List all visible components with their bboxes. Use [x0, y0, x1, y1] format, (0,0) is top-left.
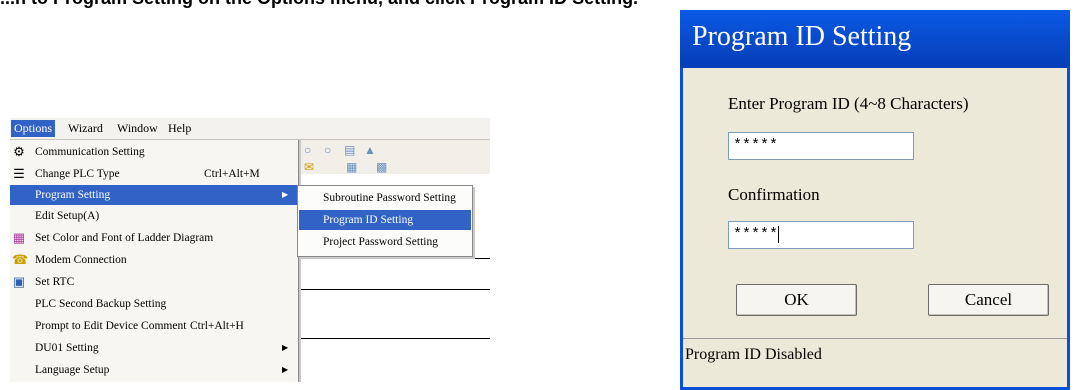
menu-item-label: PLC Second Backup Setting	[35, 298, 167, 310]
instruction-caption: ...n to Program Setting on the Options m…	[0, 0, 638, 9]
menu-item-label: Set Color and Font of Ladder Diagram	[35, 232, 214, 244]
menu-item-label: Change PLC Type	[35, 168, 120, 180]
menu-options[interactable]: Options	[11, 120, 56, 137]
menu-item-change-plc-type[interactable]: ☰ Change PLC Type Ctrl+Alt+M	[10, 164, 298, 184]
menu-item-label: Modem Connection	[35, 254, 127, 266]
menu-item-modem-connection[interactable]: ☎ Modem Connection	[10, 250, 298, 270]
submenu-item-label: Program ID Setting	[323, 214, 414, 226]
toolbar-fragment: ○ ○ ▤ ▲ ✉ ▦ ▩	[296, 140, 490, 174]
menu-help[interactable]: Help	[165, 120, 194, 137]
confirmation-label: Confirmation	[728, 185, 820, 204]
communication-icon: ⚙	[13, 144, 25, 159]
submenu-item-project-password[interactable]: Project Password Setting	[299, 232, 471, 252]
ladder-line	[296, 289, 490, 290]
menu-item-edit-setup[interactable]: Edit Setup(A)	[10, 206, 298, 226]
text-caret	[778, 225, 780, 243]
cancel-button[interactable]: Cancel	[928, 284, 1049, 316]
menu-item-label: Language Setup	[35, 364, 110, 376]
menu-item-label: Edit Setup(A)	[35, 210, 100, 222]
menu-wizard[interactable]: Wizard	[65, 120, 106, 137]
submenu-arrow-icon: ▶	[282, 365, 289, 374]
ok-button[interactable]: OK	[736, 284, 857, 316]
zoom-icon[interactable]: ○	[304, 143, 311, 158]
plc-type-icon: ☰	[13, 166, 25, 181]
program-id-input[interactable]: *****	[728, 132, 914, 160]
menu-item-label: Set RTC	[35, 276, 75, 288]
mail-icon[interactable]: ✉	[304, 160, 314, 175]
confirmation-input[interactable]: *****	[728, 221, 914, 249]
status-text: Program ID Disabled	[685, 346, 822, 363]
program-id-value: *****	[733, 137, 779, 154]
confirmation-value: *****	[733, 226, 779, 243]
zoom-out-icon[interactable]: ○	[324, 143, 331, 158]
menu-item-set-color-font[interactable]: ▦ Set Color and Font of Ladder Diagram	[10, 228, 298, 248]
program-setting-submenu: Subroutine Password Setting Program ID S…	[297, 185, 473, 257]
status-bar: Program ID Disabled	[683, 338, 1067, 370]
menu-item-language-setup[interactable]: Language Setup ▶	[10, 360, 298, 380]
menu-window[interactable]: Window	[114, 120, 161, 137]
menu-item-communication-setting[interactable]: ⚙ Communication Setting	[10, 142, 298, 162]
program-id-label: Enter Program ID (4~8 Characters)	[728, 94, 969, 113]
menu-item-label: Communication Setting	[35, 146, 145, 158]
ladder-line	[296, 338, 490, 339]
grid-icon[interactable]: ▩	[376, 160, 387, 175]
submenu-item-label: Project Password Setting	[323, 236, 438, 248]
menu-item-du01-setting[interactable]: DU01 Setting ▶	[10, 338, 298, 358]
menu-item-shortcut: Ctrl+Alt+M	[204, 168, 260, 180]
submenu-item-program-id-setting[interactable]: Program ID Setting	[299, 210, 471, 230]
program-id-dialog: Program ID Setting Enter Program ID (4~8…	[680, 10, 1070, 390]
menu-item-shortcut: Ctrl+Alt+H	[190, 320, 244, 332]
dialog-title-bar[interactable]: Program ID Setting	[680, 10, 1070, 68]
color-palette-icon: ▦	[12, 230, 26, 245]
submenu-arrow-icon: ▶	[282, 343, 289, 352]
ladder-line	[296, 258, 490, 259]
menubar: Options Wizard Window Help	[10, 118, 490, 140]
submenu-arrow-icon: ▶	[282, 190, 289, 199]
calendar-icon: ▣	[12, 274, 26, 289]
menu-item-label: Program Setting	[35, 189, 111, 201]
network-icon[interactable]: ▤	[344, 143, 355, 158]
submenu-item-subroutine-password[interactable]: Subroutine Password Setting	[299, 188, 471, 208]
menu-item-prompt-edit-comment[interactable]: Prompt to Edit Device Comment Ctrl+Alt+H	[10, 316, 298, 336]
submenu-item-label: Subroutine Password Setting	[323, 192, 456, 204]
menu-item-label: DU01 Setting	[35, 342, 99, 354]
dialog-title: Program ID Setting	[692, 21, 912, 52]
menu-item-label: Prompt to Edit Device Comment	[35, 320, 187, 332]
menu-item-set-rtc[interactable]: ▣ Set RTC	[10, 272, 298, 292]
transfer-icon[interactable]: ▲	[364, 143, 376, 158]
menu-item-program-setting[interactable]: Program Setting ▶	[10, 185, 298, 205]
device-icon[interactable]: ▦	[346, 160, 357, 175]
menu-item-plc-second-backup[interactable]: PLC Second Backup Setting	[10, 294, 298, 314]
modem-icon: ☎	[12, 252, 29, 267]
options-menu: ⚙ Communication Setting ☰ Change PLC Typ…	[10, 140, 299, 382]
